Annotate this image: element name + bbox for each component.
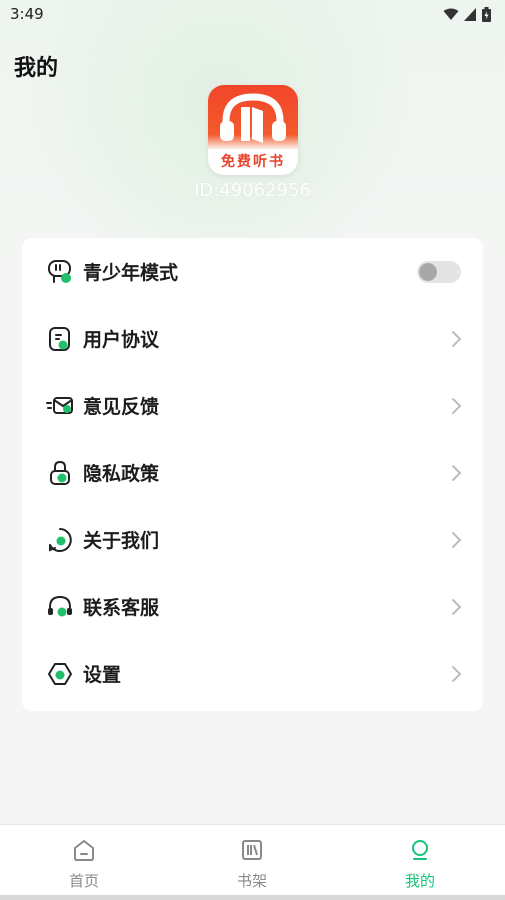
bookshelf-icon (242, 840, 262, 860)
chevron-right-icon (452, 665, 462, 682)
signal-icon (464, 7, 476, 21)
user-id: ID:49062956 (194, 180, 311, 201)
menu-item-settings[interactable]: 设置 (22, 640, 483, 707)
menu-item-label: 用户协议 (83, 329, 160, 351)
chevron-right-icon (452, 464, 462, 481)
document-icon (49, 326, 70, 351)
toggle-knob (419, 262, 437, 281)
menu-item-teen-mode[interactable]: 青少年模式 (22, 238, 483, 305)
chevron-right-icon (452, 598, 462, 615)
system-navigation-bar (0, 895, 505, 900)
page-title: 我的 (14, 56, 59, 81)
teen-mode-label: 青少年模式 (83, 262, 179, 284)
tab-profile[interactable]: 我的 (336, 825, 504, 895)
menu-item-contact-support[interactable]: 联系客服 (22, 573, 483, 640)
menu-item-feedback[interactable]: 意见反馈 (22, 372, 483, 439)
tab-home[interactable]: 首页 (0, 825, 168, 895)
headphones-book-icon (220, 93, 286, 143)
teen-mode-icon (48, 259, 71, 283)
menu-item-label: 联系客服 (83, 597, 160, 619)
tab-label: 首页 (68, 872, 99, 890)
status-time: 3:49 (10, 5, 44, 23)
lock-icon (50, 460, 70, 485)
app-logo: 免费听书 (208, 85, 298, 175)
tab-bookshelf[interactable]: 书架 (168, 825, 336, 895)
menu-item-label: 意见反馈 (83, 396, 160, 418)
chevron-right-icon (452, 397, 462, 414)
home-icon (74, 840, 94, 861)
menu-item-user-agreement[interactable]: 用户协议 (22, 305, 483, 372)
logo-text: 免费听书 (221, 154, 285, 170)
profile-icon (412, 840, 428, 860)
menu-item-label: 关于我们 (83, 530, 160, 552)
bottom-tab-bar: 首页 书架 我的 (0, 824, 505, 900)
teen-mode-toggle[interactable] (417, 260, 461, 283)
chevron-right-icon (452, 531, 462, 548)
battery-icon (482, 6, 491, 22)
status-bar: 3:49 (0, 0, 505, 28)
tab-label: 书架 (236, 872, 267, 890)
headset-icon (48, 595, 72, 616)
wifi-icon (443, 8, 459, 20)
menu-card: 青少年模式 用户协议 意见反馈 隐私政策 关于我们 联系客服 设置 (22, 238, 483, 711)
envelope-icon (46, 396, 73, 414)
menu-item-label: 设置 (83, 664, 122, 686)
settings-icon (48, 662, 72, 685)
tab-label: 我的 (404, 872, 435, 890)
menu-item-privacy-policy[interactable]: 隐私政策 (22, 439, 483, 506)
status-icons (443, 6, 491, 22)
menu-item-label: 隐私政策 (83, 463, 160, 485)
info-circle-icon (49, 527, 72, 552)
menu-item-about-us[interactable]: 关于我们 (22, 506, 483, 573)
chevron-right-icon (452, 330, 462, 347)
